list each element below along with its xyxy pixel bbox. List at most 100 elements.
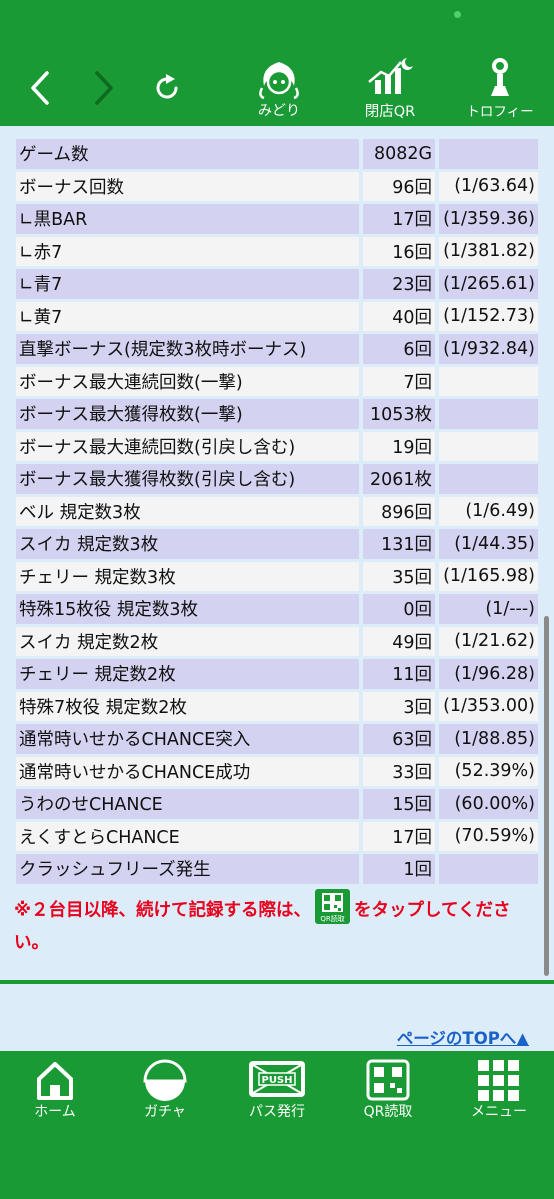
trophy-button[interactable]: トロフィー [460, 56, 540, 122]
stat-count-cell: 0回 [359, 594, 436, 624]
stat-name-cell: チェリー 規定数3枚 [16, 561, 360, 591]
closing-qr-label: 閉店QR [364, 104, 416, 120]
table-row: ボーナス回数 96回 (1/63.64) [16, 171, 538, 201]
nav-gacha-label: ガチャ [144, 1104, 186, 1120]
table-row: クラッシュフリーズ発生 1回 [16, 854, 538, 884]
stat-count-cell: 40回 [359, 301, 436, 331]
stat-name-cell: ∟黄7 [16, 301, 360, 331]
stat-name-cell: 通常時いせかるCHANCE成功 [16, 756, 360, 786]
stat-rate-cell [435, 366, 538, 396]
stat-name-cell: スイカ 規定数2枚 [16, 626, 360, 656]
stat-count-cell: 3回 [359, 691, 436, 721]
push-pass-icon: PUSH [249, 1061, 305, 1097]
qr-read-inline-icon: QR読取 [315, 889, 351, 924]
nav-home[interactable]: ホーム [0, 1051, 110, 1141]
stat-name-cell: ボーナス回数 [16, 171, 360, 201]
qr-code-icon [366, 1059, 410, 1101]
stats-table: ゲーム数 8082G ボーナス回数 96回 (1/63.64) ∟黒BAR 17回 (1/35… [16, 136, 538, 887]
top-header: みどり 閉店QR トロフィー [0, 0, 554, 126]
table-row: ∟黒BAR 17回 (1/359.36) [16, 204, 538, 234]
nav-pass-issue-label: パス発行 [249, 1104, 305, 1120]
table-row: ボーナス最大獲得枚数(一撃) 1053枚 [16, 399, 538, 429]
stat-name-cell: えくすとらCHANCE [16, 821, 360, 851]
stat-count-cell: 63回 [359, 724, 436, 754]
table-row: ∟赤7 16回 (1/381.82) [16, 236, 538, 266]
nav-menu-label: メニュー [471, 1104, 527, 1120]
status-indicator [454, 11, 461, 18]
stat-name-cell: ∟青7 [16, 269, 360, 299]
nav-menu[interactable]: メニュー [444, 1051, 554, 1141]
chevron-right-icon [95, 71, 113, 105]
stat-count-cell: 19回 [359, 431, 436, 461]
stat-count-cell: 7回 [359, 366, 436, 396]
table-row: チェリー 規定数2枚 11回 (1/96.28) [16, 659, 538, 689]
midori-button[interactable]: みどり [247, 56, 311, 122]
nav-qr-read-label: QR読取 [363, 1104, 413, 1120]
stat-rate-cell: (1/152.73) [435, 301, 538, 331]
table-row: ベル 規定数3枚 896回 (1/6.49) [16, 496, 538, 526]
stat-name-cell: 直撃ボーナス(規定数3枚時ボーナス) [16, 334, 360, 364]
reload-button[interactable] [147, 68, 187, 108]
stat-rate-cell: (1/96.28) [435, 659, 538, 689]
stat-rate-cell: (1/932.84) [435, 334, 538, 364]
table-row: スイカ 規定数3枚 131回 (1/44.35) [16, 529, 538, 559]
table-row: 特殊15枚役 規定数3枚 0回 (1/---) [16, 594, 538, 624]
table-row: スイカ 規定数2枚 49回 (1/21.62) [16, 626, 538, 656]
scrollbar[interactable] [544, 616, 549, 976]
back-button[interactable] [22, 68, 58, 108]
stat-name-cell: ∟黒BAR [16, 204, 360, 234]
table-row: ∟青7 23回 (1/265.61) [16, 269, 538, 299]
stat-name-cell: ベル 規定数3枚 [16, 496, 360, 526]
svg-text:PUSH: PUSH [261, 1075, 292, 1086]
chart-moon-icon [368, 58, 413, 94]
notice-text: ※２台目以降、続けて記録する際は、 QR読取 をタップしてください。 [14, 889, 539, 958]
stat-rate-cell: (60.00%) [435, 789, 538, 819]
table-row: 通常時いせかるCHANCE突入 63回 (1/88.85) [16, 724, 538, 754]
stat-count-cell: 23回 [359, 269, 436, 299]
stat-count-cell: 17回 [359, 204, 436, 234]
table-row: ボーナス最大連続回数(一撃) 7回 [16, 366, 538, 396]
nav-qr-read[interactable]: QR読取 [333, 1051, 443, 1141]
forward-button[interactable] [86, 68, 122, 108]
home-icon [37, 1062, 73, 1100]
closing-qr-button[interactable]: 閉店QR [355, 56, 425, 122]
stat-name-cell: ボーナス最大連続回数(引戻し含む) [16, 431, 360, 461]
stat-count-cell: 2061枚 [359, 464, 436, 494]
nav-gacha[interactable]: ガチャ [110, 1051, 220, 1141]
stat-count-cell: 11回 [359, 659, 436, 689]
midori-character-icon [259, 62, 299, 100]
bottom-navigation: ホーム ガチャ PUSH パス発行 QR読取 メニュー [0, 1051, 554, 1199]
stat-count-cell: 1053枚 [359, 399, 436, 429]
trophy-icon [491, 58, 509, 96]
stat-name-cell: ボーナス最大獲得枚数(一撃) [16, 399, 360, 429]
notice-before: ※２台目以降、続けて記録する際は、 [14, 900, 312, 921]
stat-name-cell: ボーナス最大獲得枚数(引戻し含む) [16, 464, 360, 494]
table-row: 特殊7枚役 規定数2枚 3回 (1/353.00) [16, 691, 538, 721]
stat-count-cell: 6回 [359, 334, 436, 364]
nav-home-label: ホーム [34, 1104, 76, 1120]
data-content-area: ゲーム数 8082G ボーナス回数 96回 (1/63.64) ∟黒BAR 17回 (1/35… [0, 126, 554, 981]
trophy-label: トロフィー [466, 104, 534, 120]
stat-count-cell: 35回 [359, 561, 436, 591]
stat-rate-cell [435, 399, 538, 429]
stat-name-cell: チェリー 規定数2枚 [16, 659, 360, 689]
table-row: ∟黄7 40回 (1/152.73) [16, 301, 538, 331]
stat-count-cell: 1回 [359, 854, 436, 884]
reload-icon [156, 74, 178, 99]
stat-count-cell: 131回 [359, 529, 436, 559]
page-top-link[interactable]: ページのTOPへ▲ [397, 1025, 529, 1049]
menu-grid-icon [478, 1060, 519, 1101]
table-row: うわのせCHANCE 15回 (60.00%) [16, 789, 538, 819]
stat-rate-cell: (1/165.98) [435, 561, 538, 591]
chevron-left-icon [31, 71, 49, 105]
midori-label: みどり [258, 103, 300, 119]
stat-name-cell: スイカ 規定数3枚 [16, 529, 360, 559]
stat-count-cell: 896回 [359, 496, 436, 526]
stat-name-cell: うわのせCHANCE [16, 789, 360, 819]
nav-pass-issue[interactable]: PUSH パス発行 [222, 1051, 332, 1141]
table-row: チェリー 規定数3枚 35回 (1/165.98) [16, 561, 538, 591]
table-row: 直撃ボーナス(規定数3枚時ボーナス) 6回 (1/932.84) [16, 334, 538, 364]
table-row: ボーナス最大獲得枚数(引戻し含む) 2061枚 [16, 464, 538, 494]
stat-name-cell: クラッシュフリーズ発生 [16, 854, 360, 884]
stat-name-cell: ∟赤7 [16, 236, 360, 266]
